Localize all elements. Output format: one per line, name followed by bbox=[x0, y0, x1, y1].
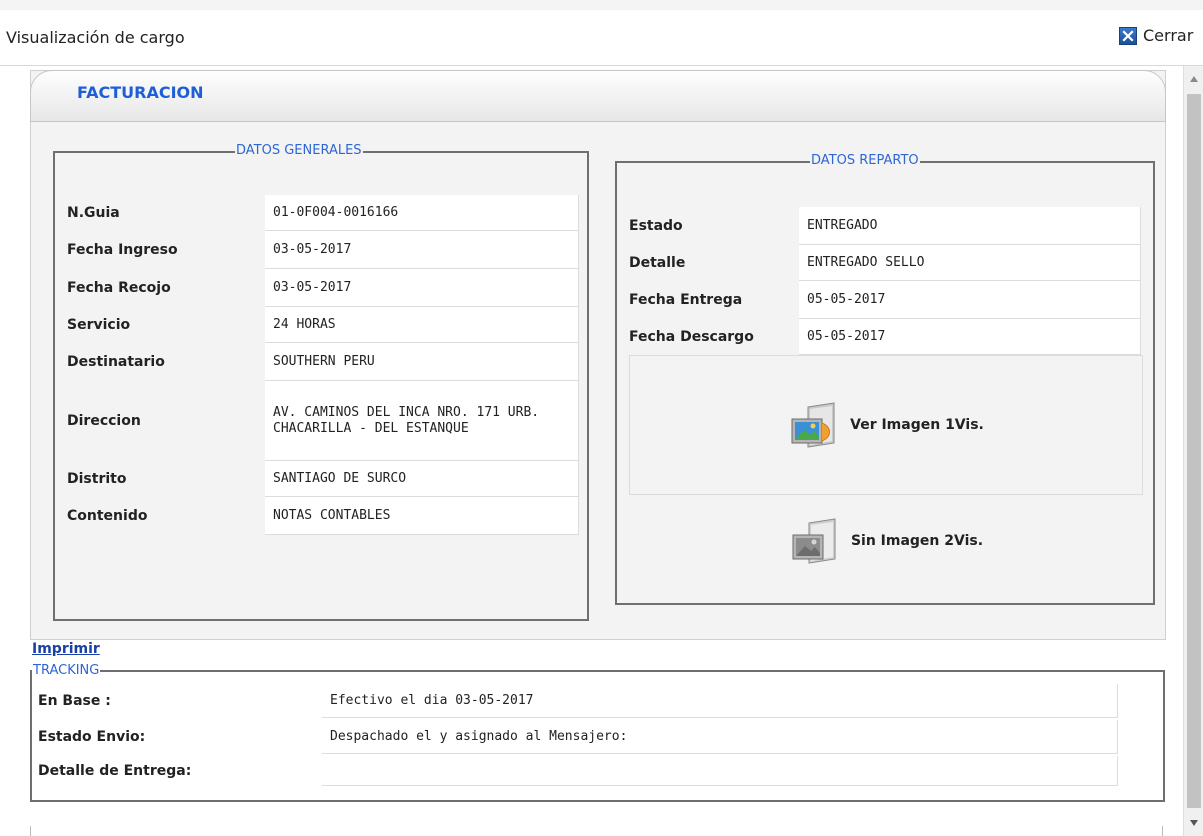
imprimir-link[interactable]: Imprimir bbox=[32, 641, 100, 657]
value-contenido: NOTAS CONTABLES bbox=[265, 497, 579, 535]
label-distrito: Distrito bbox=[67, 471, 127, 487]
value-estado-envio: Despachado el y asignado al Mensajero: bbox=[322, 720, 1118, 754]
tracking-fieldset: TRACKING En Base : Efectivo el dia 03-05… bbox=[30, 663, 1165, 802]
value-detalle-entrega bbox=[322, 756, 1118, 786]
close-button[interactable]: Cerrar bbox=[1119, 26, 1193, 45]
image-viewer-gray-icon[interactable] bbox=[789, 513, 845, 569]
label-detalle-entrega: Detalle de Entrega: bbox=[38, 763, 192, 779]
row-en-base: En Base : Efectivo el dia 03-05-2017 bbox=[36, 684, 1118, 718]
row-n-guia: N.Guia 01-0F004-0016166 bbox=[67, 195, 579, 231]
value-direccion: AV. CAMINOS DEL INCA NRO. 171 URB. CHACA… bbox=[265, 381, 579, 461]
datos-generales-fieldset: DATOS GENERALES N.Guia 01-0F004-0016166 … bbox=[53, 143, 589, 621]
label-contenido: Contenido bbox=[67, 508, 148, 524]
label-detalle: Detalle bbox=[629, 255, 686, 271]
value-en-base: Efectivo el dia 03-05-2017 bbox=[322, 684, 1118, 718]
sin-imagen-2-label[interactable]: Sin Imagen 2Vis. bbox=[851, 533, 983, 549]
label-servicio: Servicio bbox=[67, 317, 131, 333]
dialog-content: FACTURACION DATOS GENERALES N.Guia 01-0F… bbox=[0, 66, 1183, 836]
ver-imagen-1-label[interactable]: Ver Imagen 1Vis. bbox=[850, 417, 984, 433]
label-fecha-ingreso: Fecha Ingreso bbox=[67, 242, 178, 258]
row-destinatario: Destinatario SOUTHERN PERU bbox=[67, 343, 579, 381]
scroll-down-arrow-icon[interactable] bbox=[1184, 810, 1203, 836]
row-distrito: Distrito SANTIAGO DE SURCO bbox=[67, 461, 579, 497]
row-fecha-descargo: Fecha Descargo 05-05-2017 bbox=[629, 319, 1141, 355]
label-estado-envio: Estado Envio: bbox=[38, 729, 146, 745]
row-estado: Estado ENTREGADO bbox=[629, 207, 1141, 245]
scroll-up-arrow-icon[interactable] bbox=[1184, 66, 1203, 92]
datos-reparto-legend: DATOS REPARTO bbox=[810, 153, 920, 169]
bottom-divider-right bbox=[1162, 826, 1163, 836]
value-destinatario: SOUTHERN PERU bbox=[265, 343, 579, 381]
value-servicio: 24 HORAS bbox=[265, 307, 579, 343]
row-contenido: Contenido NOTAS CONTABLES bbox=[67, 497, 579, 535]
image-viewer-icon[interactable] bbox=[788, 397, 844, 453]
row-fecha-recojo: Fecha Recojo 03-05-2017 bbox=[67, 269, 579, 307]
tracking-legend: TRACKING bbox=[32, 663, 101, 679]
ver-imagen-1-link[interactable]: Ver Imagen 1Vis. bbox=[788, 397, 984, 453]
panel-title: FACTURACION bbox=[77, 83, 204, 102]
window-title-bar: Visualización de cargo Cerrar bbox=[0, 0, 1203, 66]
row-servicio: Servicio 24 HORAS bbox=[67, 307, 579, 343]
value-distrito: SANTIAGO DE SURCO bbox=[265, 461, 579, 497]
window-title: Visualización de cargo bbox=[6, 28, 185, 47]
value-fecha-ingreso: 03-05-2017 bbox=[265, 231, 579, 269]
label-estado: Estado bbox=[629, 218, 683, 234]
image2-cell: Sin Imagen 2Vis. bbox=[629, 505, 1143, 577]
close-x-icon[interactable] bbox=[1119, 26, 1137, 45]
panel-header: FACTURACION bbox=[30, 70, 1166, 122]
value-fecha-descargo: 05-05-2017 bbox=[799, 319, 1141, 355]
row-estado-envio: Estado Envio: Despachado el y asignado a… bbox=[36, 720, 1118, 754]
bottom-divider-left bbox=[30, 826, 31, 836]
close-label[interactable]: Cerrar bbox=[1143, 26, 1193, 45]
label-n-guia: N.Guia bbox=[67, 205, 120, 221]
scrollbar-thumb[interactable] bbox=[1187, 94, 1201, 808]
value-fecha-entrega: 05-05-2017 bbox=[799, 281, 1141, 319]
datos-reparto-fieldset: DATOS REPARTO Estado ENTREGADO Detalle E… bbox=[615, 153, 1155, 605]
datos-generales-legend: DATOS GENERALES bbox=[235, 143, 363, 159]
facturacion-panel: FACTURACION DATOS GENERALES N.Guia 01-0F… bbox=[30, 70, 1166, 640]
row-detalle: Detalle ENTREGADO SELLO bbox=[629, 245, 1141, 281]
label-fecha-recojo: Fecha Recojo bbox=[67, 280, 171, 296]
sin-imagen-2-link[interactable]: Sin Imagen 2Vis. bbox=[789, 513, 983, 569]
value-estado: ENTREGADO bbox=[799, 207, 1141, 245]
value-detalle: ENTREGADO SELLO bbox=[799, 245, 1141, 281]
value-n-guia: 01-0F004-0016166 bbox=[265, 195, 579, 231]
label-fecha-descargo: Fecha Descargo bbox=[629, 329, 754, 345]
row-fecha-ingreso: Fecha Ingreso 03-05-2017 bbox=[67, 231, 579, 269]
row-detalle-entrega: Detalle de Entrega: bbox=[36, 756, 1118, 786]
label-direccion: Direccion bbox=[67, 413, 141, 429]
vertical-scrollbar[interactable] bbox=[1183, 66, 1203, 836]
label-destinatario: Destinatario bbox=[67, 354, 165, 370]
value-fecha-recojo: 03-05-2017 bbox=[265, 269, 579, 307]
row-fecha-entrega: Fecha Entrega 05-05-2017 bbox=[629, 281, 1141, 319]
label-en-base: En Base : bbox=[38, 693, 111, 709]
row-direccion: Direccion AV. CAMINOS DEL INCA NRO. 171 … bbox=[67, 381, 579, 461]
label-fecha-entrega: Fecha Entrega bbox=[629, 292, 743, 308]
image1-cell: Ver Imagen 1Vis. bbox=[629, 355, 1143, 495]
